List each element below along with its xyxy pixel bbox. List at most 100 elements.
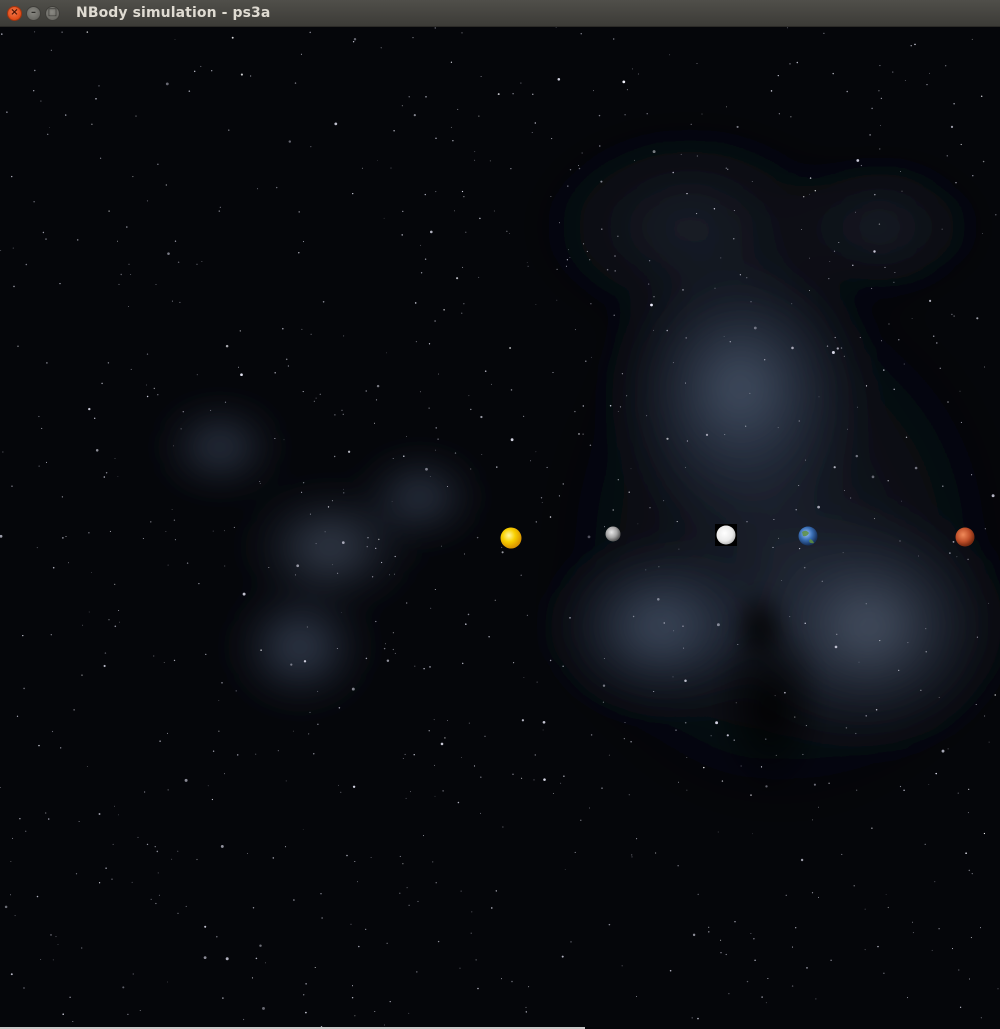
star bbox=[686, 757, 688, 758]
star bbox=[557, 78, 561, 81]
star bbox=[415, 341, 417, 343]
star bbox=[910, 45, 912, 47]
star bbox=[767, 978, 769, 979]
star bbox=[292, 730, 294, 732]
title-bar[interactable]: × – □ NBody simulation - ps3a bbox=[0, 0, 1000, 27]
maximize-icon[interactable]: □ bbox=[45, 5, 60, 21]
star bbox=[903, 363, 905, 365]
star bbox=[549, 516, 552, 518]
star bbox=[450, 126, 452, 128]
star bbox=[847, 428, 848, 430]
star bbox=[713, 208, 716, 210]
star bbox=[804, 622, 806, 624]
star bbox=[255, 753, 257, 755]
star bbox=[336, 647, 338, 649]
star bbox=[428, 730, 430, 732]
star bbox=[614, 270, 616, 272]
star bbox=[881, 340, 883, 342]
star bbox=[118, 609, 120, 612]
star bbox=[982, 233, 983, 234]
star bbox=[365, 657, 368, 660]
star bbox=[41, 427, 43, 429]
star bbox=[646, 415, 648, 417]
star bbox=[294, 574, 296, 576]
star bbox=[59, 282, 61, 285]
star bbox=[586, 250, 588, 252]
star bbox=[754, 959, 756, 961]
star bbox=[980, 1017, 982, 1019]
star bbox=[340, 612, 342, 613]
star bbox=[306, 626, 308, 628]
star bbox=[265, 962, 266, 964]
star bbox=[62, 1013, 64, 1015]
star bbox=[47, 818, 50, 820]
star bbox=[958, 969, 960, 971]
star bbox=[817, 505, 820, 509]
star bbox=[69, 996, 71, 998]
simulation-canvas[interactable] bbox=[0, 27, 1000, 1029]
star bbox=[465, 623, 467, 625]
close-icon[interactable]: × bbox=[7, 5, 22, 21]
star bbox=[737, 643, 739, 646]
star bbox=[81, 947, 83, 949]
star bbox=[684, 382, 687, 384]
star bbox=[750, 794, 752, 796]
star bbox=[475, 959, 477, 961]
star bbox=[710, 735, 712, 737]
star bbox=[541, 502, 543, 503]
star bbox=[434, 589, 436, 590]
star bbox=[103, 476, 106, 478]
star bbox=[216, 935, 218, 938]
star bbox=[856, 159, 860, 162]
star bbox=[394, 652, 396, 654]
star bbox=[521, 777, 523, 779]
minimize-icon[interactable]: – bbox=[26, 5, 41, 21]
star bbox=[781, 579, 783, 581]
star bbox=[497, 93, 500, 96]
star bbox=[73, 709, 75, 711]
star bbox=[315, 397, 317, 399]
star bbox=[301, 491, 303, 493]
star bbox=[932, 335, 935, 337]
star bbox=[150, 898, 152, 901]
star bbox=[380, 47, 382, 49]
star bbox=[649, 507, 651, 509]
star bbox=[242, 592, 246, 596]
star bbox=[558, 222, 561, 224]
star bbox=[600, 180, 603, 183]
star bbox=[23, 687, 25, 690]
star bbox=[493, 210, 495, 212]
star bbox=[898, 669, 900, 672]
star bbox=[991, 494, 995, 498]
star bbox=[150, 521, 152, 523]
star bbox=[255, 957, 258, 960]
star bbox=[975, 703, 977, 706]
star bbox=[108, 210, 110, 212]
star bbox=[626, 395, 628, 397]
star bbox=[285, 358, 288, 361]
star bbox=[888, 323, 890, 325]
star bbox=[736, 125, 739, 128]
star bbox=[760, 766, 763, 768]
star bbox=[394, 555, 396, 558]
star bbox=[76, 239, 79, 241]
star bbox=[385, 643, 386, 645]
star bbox=[873, 518, 876, 520]
star bbox=[146, 200, 149, 202]
star bbox=[167, 732, 168, 734]
star bbox=[542, 720, 546, 724]
star bbox=[622, 80, 626, 84]
star bbox=[540, 497, 543, 499]
star bbox=[653, 690, 655, 693]
star bbox=[446, 719, 448, 721]
star bbox=[4, 905, 8, 909]
star bbox=[726, 734, 729, 737]
star bbox=[302, 482, 305, 484]
star bbox=[171, 300, 173, 302]
star bbox=[0, 249, 2, 251]
star bbox=[406, 436, 408, 438]
star bbox=[435, 427, 437, 429]
star bbox=[324, 531, 326, 533]
star bbox=[561, 955, 564, 958]
star bbox=[774, 695, 776, 697]
